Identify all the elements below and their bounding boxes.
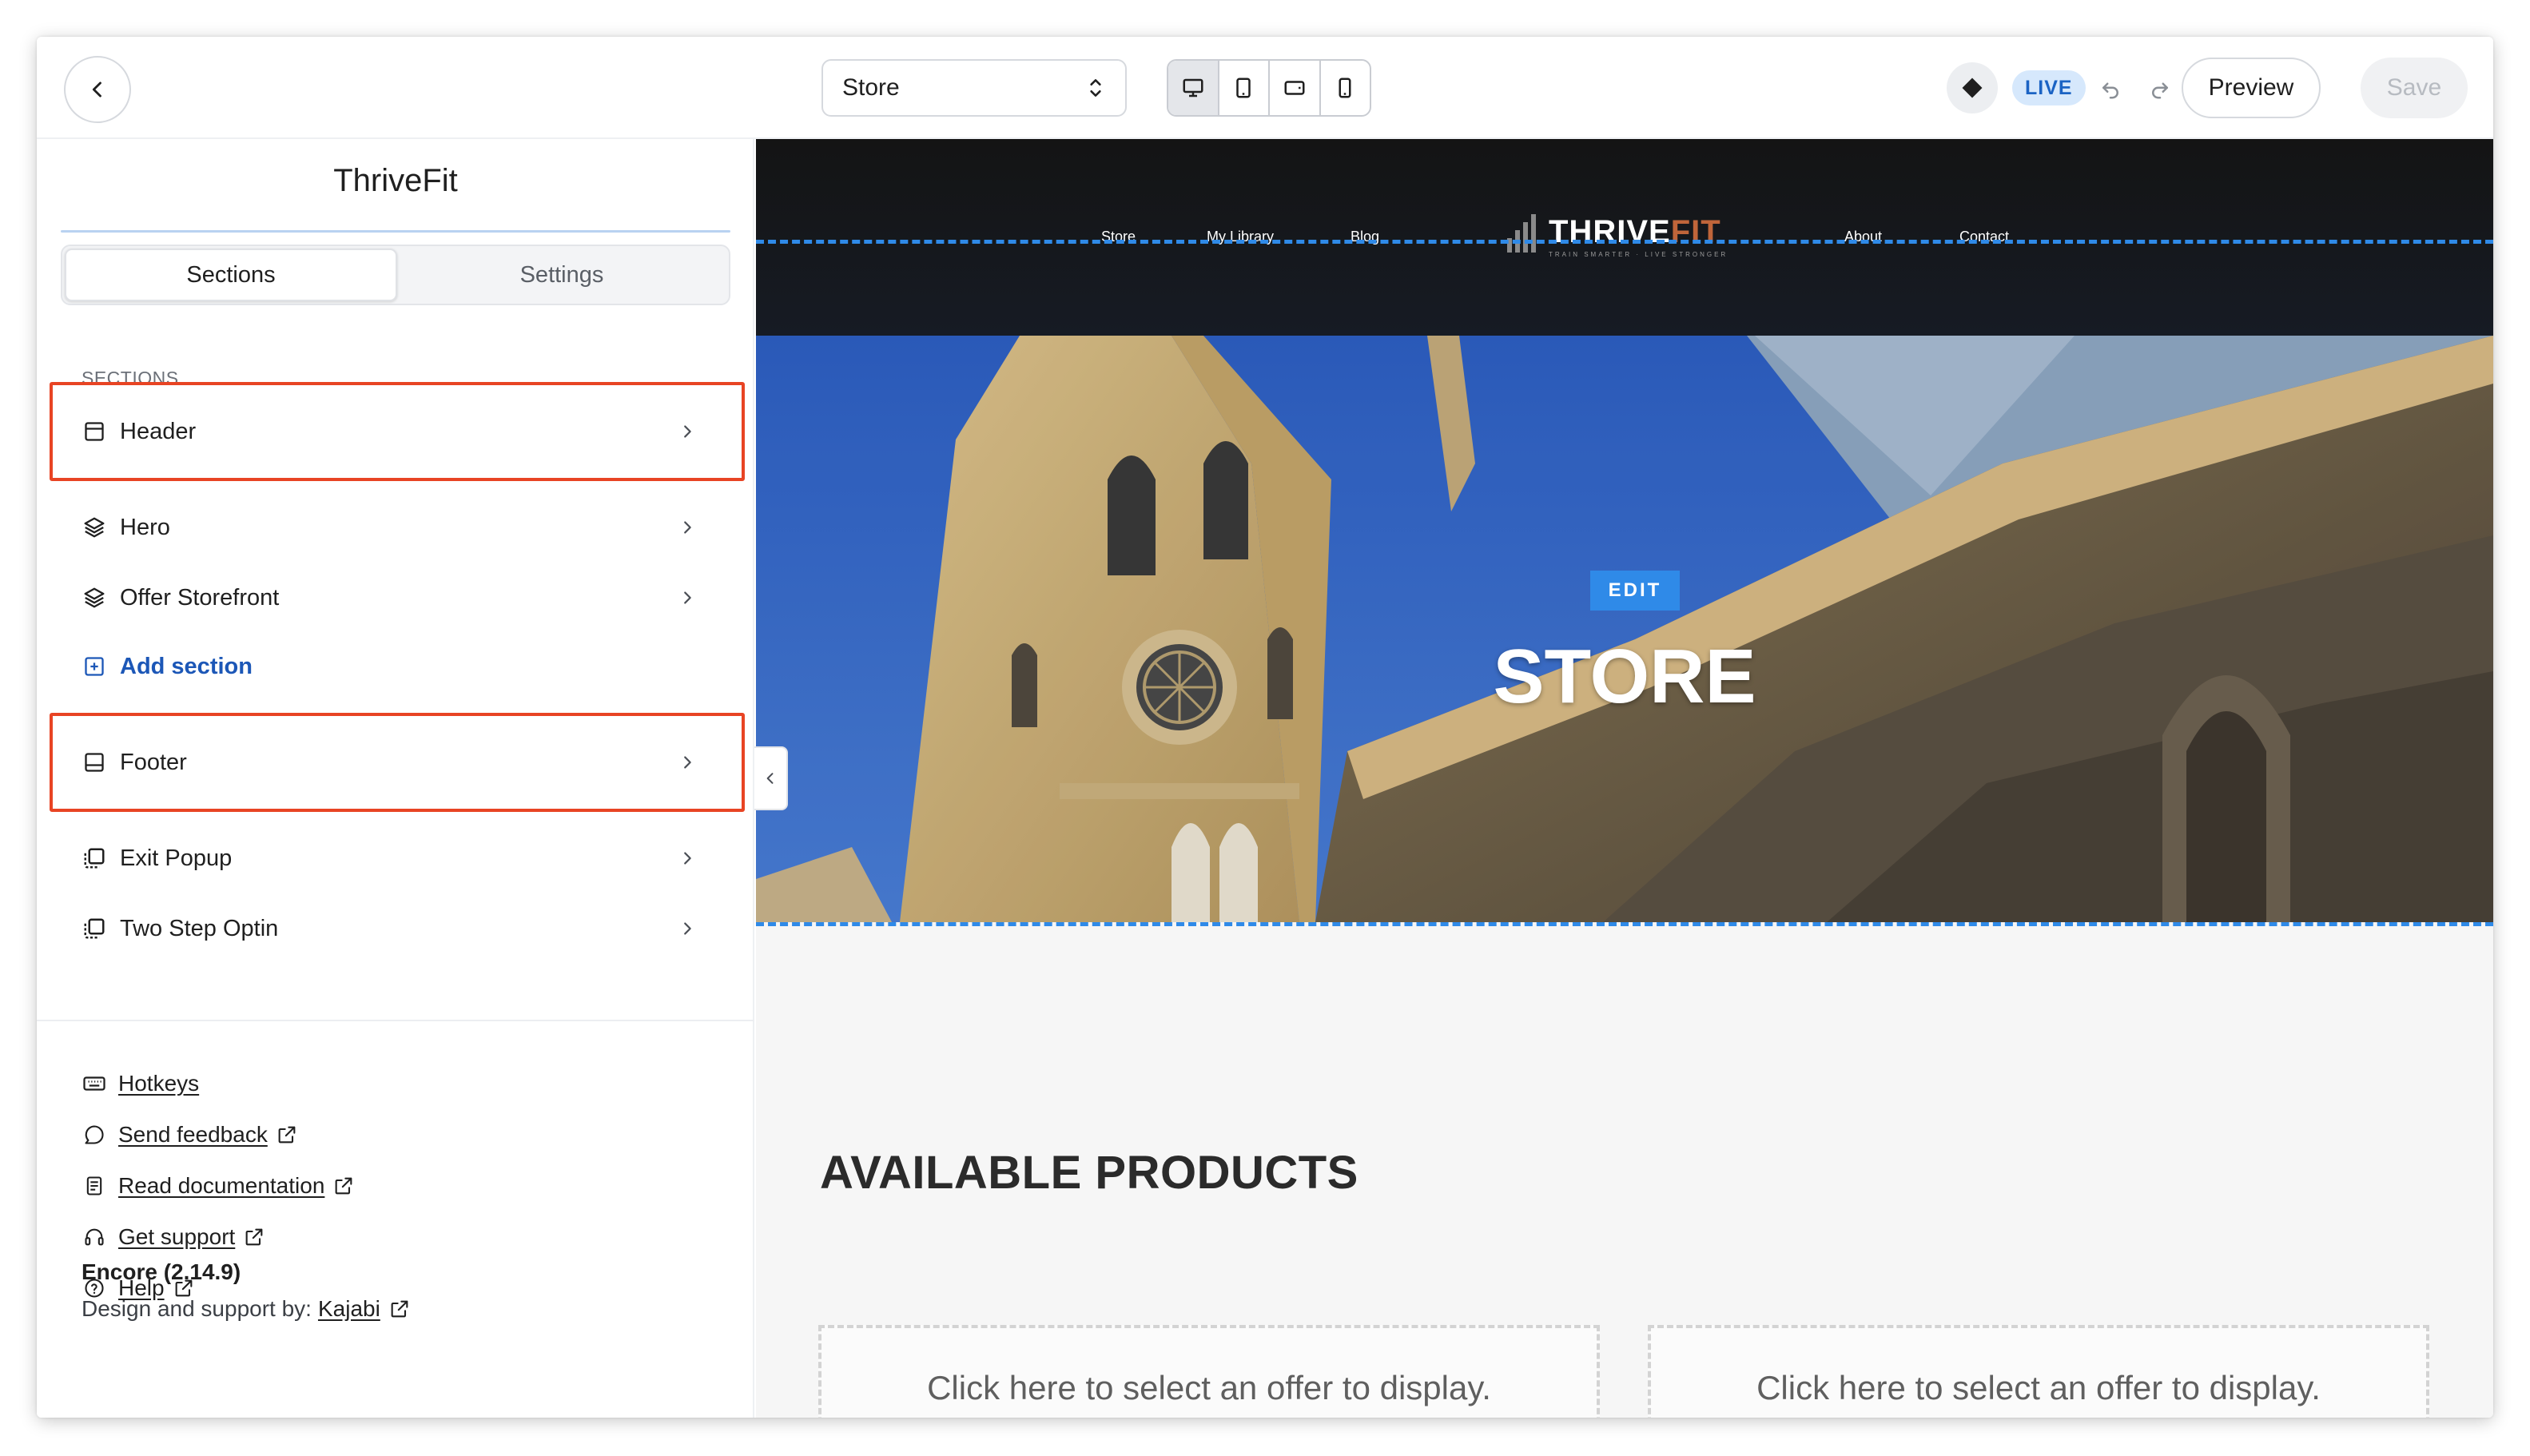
layers-icon: [82, 515, 107, 540]
chevron-left-icon: [92, 82, 101, 97]
external-link-icon: [243, 1226, 265, 1248]
selection-outline-top: [756, 240, 2493, 244]
section-item-label: Hero: [120, 514, 170, 540]
hotkeys-link[interactable]: Hotkeys: [82, 1066, 199, 1101]
sections-sidebar: ThriveFit Sections Settings SECTIONS Hea…: [37, 139, 754, 1418]
external-link-icon: [332, 1175, 355, 1197]
chevron-right-icon: [671, 849, 703, 867]
get-support-link[interactable]: Get support: [82, 1219, 265, 1255]
logo-text: THRIVEFIT: [1549, 214, 1721, 249]
get-support-label: Get support: [118, 1224, 236, 1249]
desktop-icon: [1183, 78, 1203, 97]
collapse-sidebar-button[interactable]: [754, 746, 788, 810]
tablet-icon: [1236, 78, 1251, 98]
device-mobile-button[interactable]: [1321, 61, 1370, 115]
credit-line: Design and support by: Kajabi: [82, 1296, 411, 1322]
page-select-value: Store: [842, 74, 900, 101]
chat-icon: [82, 1122, 107, 1148]
send-feedback-link[interactable]: Send feedback: [82, 1117, 298, 1152]
redo-icon: [2152, 82, 2168, 99]
send-feedback-label: Send feedback: [118, 1122, 268, 1147]
keyboard-icon: [82, 1071, 107, 1096]
kajabi-link[interactable]: Kajabi: [318, 1296, 380, 1322]
section-item-label: Two Step Optin: [120, 915, 279, 941]
edit-badge[interactable]: EDIT: [1590, 571, 1680, 611]
layers-icon: [82, 585, 107, 611]
popup-icon: [82, 916, 107, 941]
title-divider: [61, 230, 730, 233]
document-icon: [82, 1173, 107, 1199]
preview-button[interactable]: Preview: [2182, 58, 2321, 118]
read-documentation-link[interactable]: Read documentation: [82, 1168, 355, 1203]
hotkeys-label: Hotkeys: [118, 1071, 200, 1096]
section-item-label: Exit Popup: [120, 845, 233, 871]
tablet-landscape-icon: [1284, 81, 1305, 95]
add-section-button[interactable]: Add section: [82, 642, 737, 690]
diamond-icon[interactable]: [1947, 62, 1998, 113]
site-logo[interactable]: THRIVEFIT TRAIN SMARTER · LIVE STRONGER: [1507, 214, 1728, 258]
chevron-updown-icon: [1090, 79, 1101, 97]
popup-icon: [82, 845, 107, 871]
chevron-right-icon: [671, 920, 703, 937]
tab-sections[interactable]: Sections: [65, 249, 397, 301]
editor-window: Store LIVE Preview Save ThriveFit Sectio…: [37, 37, 2493, 1418]
chevron-right-icon: [671, 519, 703, 536]
section-item-hero[interactable]: Hero: [82, 503, 737, 551]
logo-tagline: TRAIN SMARTER · LIVE STRONGER: [1549, 251, 1728, 258]
device-desktop-button[interactable]: [1168, 61, 1219, 115]
live-badge: LIVE: [2012, 70, 2086, 105]
read-documentation-label: Read documentation: [118, 1173, 325, 1198]
page-select[interactable]: Store: [821, 59, 1127, 117]
chevron-left-icon: [766, 773, 774, 784]
site-header-preview[interactable]: Store My Library Blog About Contact THRI…: [756, 139, 2493, 336]
redo-button[interactable]: [2140, 69, 2180, 109]
chevron-right-icon: [671, 589, 703, 607]
tab-settings[interactable]: Settings: [397, 249, 726, 301]
site-title: ThriveFit: [333, 163, 458, 198]
section-item-label: Offer Storefront: [120, 584, 280, 611]
selection-outline-bottom: [756, 922, 2493, 926]
offer-placeholder-1[interactable]: Click here to select an offer to display…: [818, 1325, 1600, 1418]
version-label: Encore (2.14.9): [82, 1259, 241, 1284]
external-link-icon: [388, 1298, 411, 1320]
back-button[interactable]: [64, 56, 131, 123]
credit-prefix: Design and support by:: [82, 1296, 312, 1321]
sidebar-tabs: Sections Settings: [61, 245, 730, 305]
section-item-exit-popup[interactable]: Exit Popup: [82, 834, 737, 882]
headset-icon: [82, 1224, 107, 1250]
undo-button[interactable]: [2090, 69, 2130, 109]
section-item-offer-storefront[interactable]: Offer Storefront: [82, 574, 737, 622]
plus-square-icon: [82, 654, 107, 679]
hero-background-image: [756, 336, 2493, 922]
add-section-label: Add section: [120, 653, 253, 679]
section-item-two-step-optin[interactable]: Two Step Optin: [82, 905, 737, 953]
external-link-icon: [276, 1124, 298, 1146]
top-toolbar: Store LIVE Preview Save: [37, 37, 2493, 139]
device-tablet-landscape-button[interactable]: [1270, 61, 1321, 115]
mobile-icon: [1339, 78, 1351, 98]
save-button[interactable]: Save: [2361, 58, 2468, 118]
device-tablet-button[interactable]: [1219, 61, 1270, 115]
sidebar-divider: [37, 1020, 754, 1021]
highlight-box-header: [50, 382, 745, 481]
hero-title: STORE: [1493, 634, 1756, 719]
highlight-box-footer: [50, 713, 745, 812]
page-preview[interactable]: Store My Library Blog About Contact THRI…: [756, 139, 2493, 1418]
offer-placeholder-2[interactable]: Click here to select an offer to display…: [1648, 1325, 2429, 1418]
undo-icon: [2102, 82, 2118, 99]
logo-bars-icon: [1507, 214, 1539, 253]
hero-section-preview[interactable]: EDIT STORE: [756, 336, 2493, 922]
device-toggle: [1167, 59, 1371, 117]
products-heading: AVAILABLE PRODUCTS: [820, 1147, 1358, 1199]
